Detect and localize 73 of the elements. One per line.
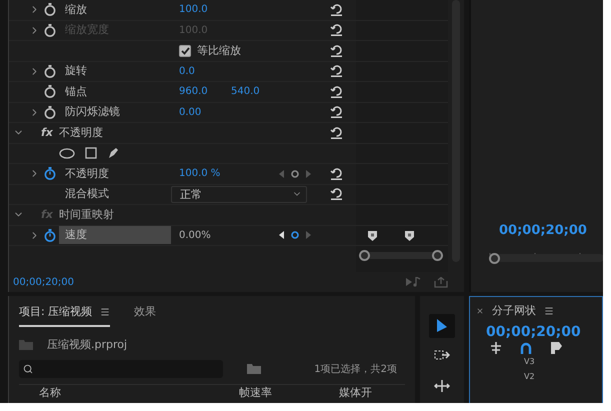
zoom-scrollbar[interactable] — [362, 252, 440, 259]
pen-icon[interactable] — [107, 147, 119, 160]
ellipse-mask-icon[interactable] — [59, 148, 75, 159]
stopwatch-icon[interactable] — [44, 85, 56, 98]
effect-name: 时间重映射 — [58, 207, 114, 222]
reset-icon[interactable] — [330, 188, 343, 200]
selection-status: 1项已选择，共2项 — [314, 362, 397, 376]
track-label[interactable]: V2 — [524, 369, 596, 384]
track-select-icon — [434, 350, 450, 362]
search-field[interactable] — [19, 360, 223, 378]
search-icon — [23, 364, 33, 374]
property-name: 缩放 — [64, 2, 88, 18]
bin-icon[interactable] — [247, 364, 261, 374]
rectangle-mask-icon[interactable] — [85, 147, 97, 160]
property-value[interactable]: 0.00% — [171, 230, 223, 241]
close-icon[interactable] — [476, 306, 484, 314]
fx-badge[interactable]: fx — [41, 126, 53, 140]
checkbox[interactable] — [179, 44, 191, 57]
column-header[interactable]: 名称 — [39, 385, 239, 400]
property-name: 防闪烁滤镜 — [64, 104, 121, 120]
keyframe-toggle-icon[interactable] — [291, 231, 299, 240]
checkbox-label: 等比缩放 — [197, 43, 241, 58]
reset-icon[interactable] — [330, 4, 343, 16]
property-value[interactable]: 100.0 — [171, 4, 223, 16]
keyframe-marker-icon[interactable] — [368, 229, 377, 242]
ripple-edit-icon — [434, 380, 450, 392]
property-value[interactable]: 0.00 — [171, 106, 223, 118]
magnet-icon[interactable] — [520, 342, 532, 354]
menu-icon — [100, 306, 110, 316]
current-time[interactable]: 00;00;20;00 — [13, 276, 74, 288]
keyframe-toggle-icon[interactable] — [291, 170, 299, 178]
property-name: 旋转 — [64, 63, 88, 80]
sequence-title[interactable]: 分子网状 — [492, 303, 536, 318]
timecode[interactable]: 00;00;20;00 — [471, 223, 603, 238]
reset-icon[interactable] — [330, 106, 343, 118]
track-label[interactable]: V3 — [524, 354, 596, 369]
reset-icon[interactable] — [330, 65, 343, 78]
folder-icon — [19, 340, 33, 350]
column-header[interactable]: 帧速率 — [239, 385, 339, 400]
reset-icon[interactable] — [330, 86, 343, 98]
stopwatch-icon[interactable] — [44, 106, 56, 119]
stopwatch-icon[interactable] — [44, 64, 56, 78]
effect-name: 不透明度 — [58, 125, 103, 140]
reset-icon[interactable] — [330, 44, 343, 57]
reset-icon[interactable] — [330, 168, 343, 180]
marker-icon[interactable] — [550, 342, 562, 354]
stopwatch-icon[interactable] — [44, 228, 56, 242]
property-name: 混合模式 — [64, 186, 110, 202]
property-name: 锚点 — [64, 84, 88, 100]
panel-tab[interactable]: 项目: 压缩视频 — [19, 300, 110, 327]
timecode[interactable]: 00;00;20;00 — [476, 324, 596, 340]
stopwatch-icon[interactable] — [44, 3, 56, 16]
keyframe-marker-icon[interactable] — [405, 229, 414, 242]
tool-button[interactable] — [429, 314, 455, 338]
property-name: 不透明度 — [64, 166, 110, 182]
selection-arrow-icon — [436, 319, 448, 333]
blend-mode-dropdown[interactable]: 正常 — [171, 186, 307, 203]
property-value[interactable]: 100.0 % — [171, 168, 223, 180]
reset-icon[interactable] — [330, 126, 343, 139]
menu-icon[interactable] — [544, 306, 554, 316]
column-header[interactable]: 媒体开 — [339, 385, 405, 400]
insert-icon[interactable] — [490, 342, 502, 354]
reset-icon[interactable] — [330, 24, 343, 36]
property-value[interactable]: 960.0 — [171, 86, 223, 98]
previous-keyframe-icon[interactable] — [279, 231, 284, 240]
project-file-name: 压缩视频.prproj — [47, 337, 128, 352]
property-name: 速度 — [59, 226, 171, 244]
panel-tab[interactable]: 效果 — [134, 300, 156, 327]
playhead-scrollbar[interactable] — [489, 254, 603, 262]
property-value[interactable]: 0.0 — [171, 66, 223, 77]
property-value[interactable]: 540.0 — [223, 86, 275, 98]
stopwatch-icon[interactable] — [44, 24, 56, 37]
stopwatch-icon[interactable] — [44, 167, 56, 180]
